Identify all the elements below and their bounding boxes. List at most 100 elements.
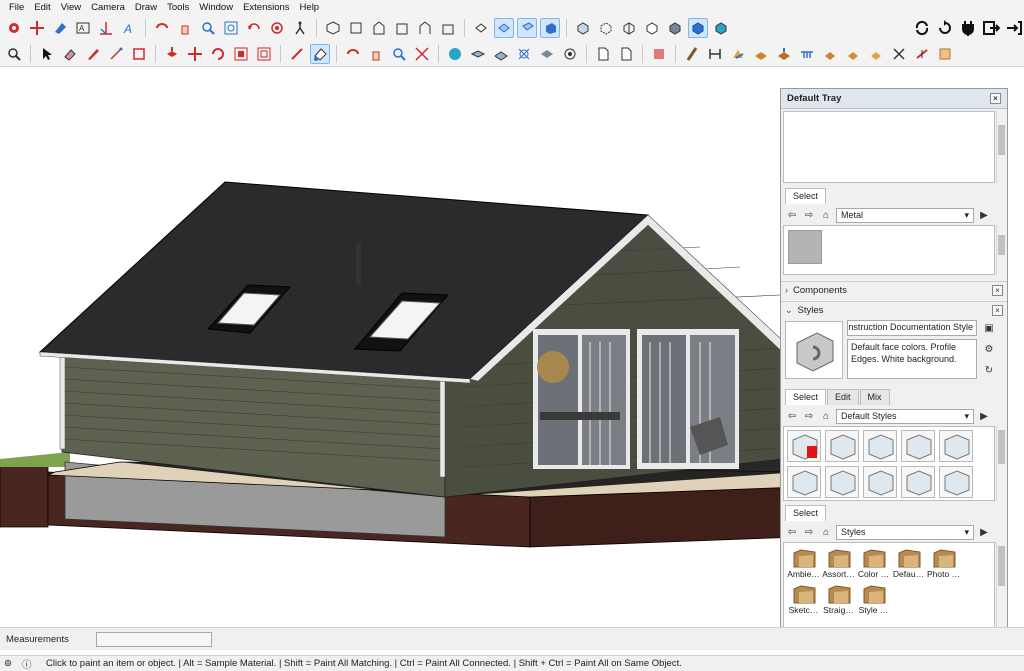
zoom-extents-small-icon[interactable] (412, 44, 432, 64)
wireframe-icon[interactable] (619, 18, 639, 38)
details-arrow-icon[interactable]: ▶ (977, 525, 991, 539)
styles-tab-mix[interactable]: Mix (859, 389, 890, 405)
extension-warehouse-icon[interactable] (537, 44, 557, 64)
display-section-cuts-icon[interactable] (517, 18, 537, 38)
details-arrow-icon[interactable]: ▶ (977, 409, 991, 423)
pencil-icon[interactable] (83, 44, 103, 64)
material-swatch-metal[interactable] (788, 230, 822, 264)
open-file-icon[interactable] (616, 44, 636, 64)
home-icon[interactable]: ⌂ (819, 409, 833, 423)
shaded-icon[interactable] (665, 18, 685, 38)
style-folder-item[interactable]: Style … (856, 583, 891, 615)
pan-small-icon[interactable] (366, 44, 386, 64)
dimension-tool-icon[interactable]: A (119, 18, 139, 38)
back-view-icon[interactable] (415, 18, 435, 38)
menu-edit[interactable]: Edit (29, 2, 55, 13)
left-view-icon[interactable] (438, 18, 458, 38)
move-tool-icon[interactable] (27, 18, 47, 38)
shaded-textures-icon[interactable] (688, 18, 708, 38)
sync-icon[interactable] (912, 18, 932, 38)
add-detail-icon[interactable] (797, 44, 817, 64)
warehouse-icon[interactable] (514, 44, 534, 64)
style-thumb-7[interactable] (825, 466, 859, 498)
styles-library-dropdown[interactable]: Default Styles ▾ (836, 408, 974, 424)
axes-tool-icon[interactable] (96, 18, 116, 38)
menu-help[interactable]: Help (295, 2, 325, 13)
style-folder-item[interactable]: Sketc… (786, 583, 821, 615)
terrain-icon[interactable] (491, 44, 511, 64)
stamp-icon[interactable] (705, 44, 725, 64)
orbit-small-icon[interactable] (343, 44, 363, 64)
push-pull-icon[interactable] (162, 44, 182, 64)
styles-tab-select[interactable]: Select (785, 389, 827, 405)
back-arrow-icon[interactable]: ⇦ (785, 525, 799, 539)
style-thumb-6[interactable] (787, 466, 821, 498)
monochrome-icon[interactable] (711, 18, 731, 38)
lower-library-dropdown[interactable]: Styles ▾ (836, 524, 974, 540)
reload-icon[interactable] (935, 18, 955, 38)
front-view-icon[interactable] (369, 18, 389, 38)
select-arrow-icon[interactable] (37, 44, 57, 64)
flip-icon[interactable] (751, 44, 771, 64)
menu-camera[interactable]: Camera (86, 2, 130, 13)
orbit-icon[interactable] (152, 18, 172, 38)
components-close-icon[interactable]: × (992, 285, 1003, 296)
style-folder-item[interactable]: Assort… (821, 547, 856, 579)
hidden-line-icon[interactable] (642, 18, 662, 38)
back-arrow-icon[interactable]: ⇦ (785, 208, 799, 222)
style-folder-item[interactable]: Ambie… (786, 547, 821, 579)
style-name-field[interactable]: Construction Documentation Style (847, 320, 977, 336)
menu-tools[interactable]: Tools (162, 2, 194, 13)
signout-icon[interactable] (1004, 18, 1024, 38)
style-thumb-10[interactable] (939, 466, 973, 498)
line-icon[interactable] (106, 44, 126, 64)
back-edges-icon[interactable] (596, 18, 616, 38)
info-icon[interactable]: ⓘ (22, 657, 36, 671)
measurements-input[interactable] (96, 631, 212, 647)
move-icon[interactable] (185, 44, 205, 64)
style-folder-item[interactable]: Photo … (926, 547, 961, 579)
scale-icon[interactable] (231, 44, 251, 64)
solid-tools-icon[interactable] (820, 44, 840, 64)
materials-tab-select[interactable]: Select (785, 188, 827, 204)
menu-draw[interactable]: Draw (130, 2, 162, 13)
display-section-planes-icon[interactable] (494, 18, 514, 38)
outer-shell-icon[interactable] (935, 44, 955, 64)
style-thumb-5[interactable] (939, 430, 973, 462)
right-view-icon[interactable] (392, 18, 412, 38)
materials-library-dropdown[interactable]: Metal ▾ (836, 207, 974, 223)
lower-tab-select[interactable]: Select (785, 505, 827, 521)
split-icon[interactable] (912, 44, 932, 64)
style-thumb-3[interactable] (863, 430, 897, 462)
style-thumb-2[interactable] (825, 430, 859, 462)
tray-close-icon[interactable]: × (990, 93, 1001, 104)
style-folder-item[interactable]: Defau… (891, 547, 926, 579)
section-plane-icon[interactable] (471, 18, 491, 38)
geo-status-icon[interactable]: ⊚ (4, 658, 18, 669)
menu-extensions[interactable]: Extensions (238, 2, 294, 13)
update-style-icon[interactable]: ⚙ (982, 342, 996, 356)
layout-icon[interactable] (560, 44, 580, 64)
menu-file[interactable]: File (4, 2, 29, 13)
geo-location-icon[interactable] (445, 44, 465, 64)
back-arrow-icon[interactable]: ⇦ (785, 409, 799, 423)
iso-view-icon[interactable] (323, 18, 343, 38)
style-thumb-4[interactable] (901, 430, 935, 462)
material-preview-scrollbar[interactable] (996, 111, 1006, 183)
forward-arrow-icon[interactable]: ⇨ (802, 525, 816, 539)
styles-close-icon[interactable]: × (992, 305, 1003, 316)
styles-section-header[interactable]: ⌄ Styles × (781, 301, 1007, 319)
style-folder-item[interactable]: Color … (856, 547, 891, 579)
offset-icon[interactable] (254, 44, 274, 64)
trim-icon[interactable] (889, 44, 909, 64)
pan-icon[interactable] (175, 18, 195, 38)
components-section-header[interactable]: › Components × (781, 281, 1007, 299)
style-thumb-8[interactable] (863, 466, 897, 498)
sandbox-icon[interactable] (682, 44, 702, 64)
style-thumb-1[interactable] (787, 430, 821, 462)
materials-scrollbar[interactable] (996, 225, 1006, 275)
walk-icon[interactable] (290, 18, 310, 38)
smoove-icon[interactable] (774, 44, 794, 64)
text-tool-icon[interactable]: A (73, 18, 93, 38)
details-arrow-icon[interactable]: ▶ (977, 208, 991, 222)
